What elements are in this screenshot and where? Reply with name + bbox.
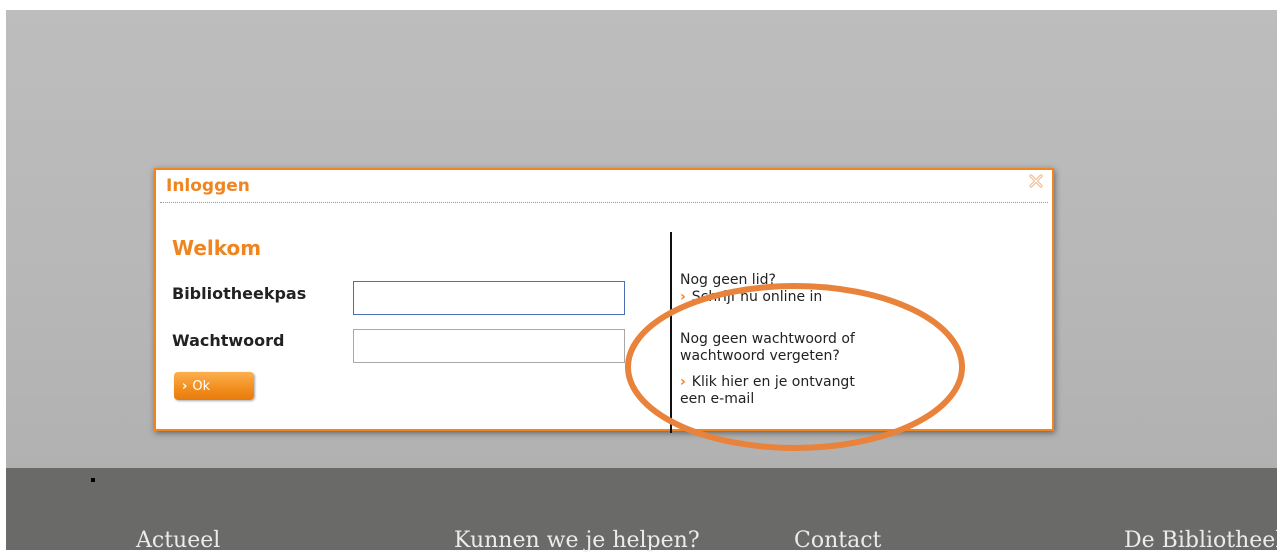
footer-link-help[interactable]: Kunnen we je helpen? — [454, 528, 700, 553]
title-divider — [160, 202, 1048, 203]
welcome-heading: Welkom — [172, 236, 262, 260]
email-link-label: Klik hier en je ontvangt — [691, 374, 855, 390]
vertical-divider — [670, 232, 672, 433]
footer-dot — [91, 478, 95, 482]
password-input[interactable] — [353, 329, 625, 363]
email-password-link[interactable]: › Klik hier en je ontvangt — [680, 374, 930, 391]
card-number-label: Bibliotheekpas — [172, 284, 307, 303]
dialog-title: Inloggen — [166, 176, 250, 196]
footer-link-contact[interactable]: Contact — [794, 528, 881, 553]
footer-link-actueel[interactable]: Actueel — [136, 528, 220, 553]
ok-button-label: Ok — [192, 378, 211, 394]
no-member-text: Nog geen lid? — [680, 272, 776, 288]
card-number-input[interactable] — [353, 281, 625, 315]
signup-link-label: Schrijf nu online in — [691, 289, 823, 305]
footer-link-bibliotheek[interactable]: De Bibliotheek — [1124, 528, 1277, 553]
ok-button[interactable]: › Ok — [174, 372, 254, 400]
email-link-continuation: een e-mail — [680, 391, 755, 407]
password-label: Wachtwoord — [172, 331, 285, 350]
chevron-right-icon: › — [680, 289, 686, 305]
chevron-right-icon: › — [182, 378, 188, 394]
login-dialog: Inloggen Welkom Bibliotheekpas Wachtwoor… — [154, 168, 1054, 433]
no-password-text: Nog geen wachtwoord of wachtwoord verget… — [680, 331, 855, 364]
signup-link[interactable]: › Schrijf nu online in — [680, 289, 822, 306]
chevron-right-icon: › — [680, 374, 686, 390]
close-icon[interactable] — [1028, 173, 1044, 189]
